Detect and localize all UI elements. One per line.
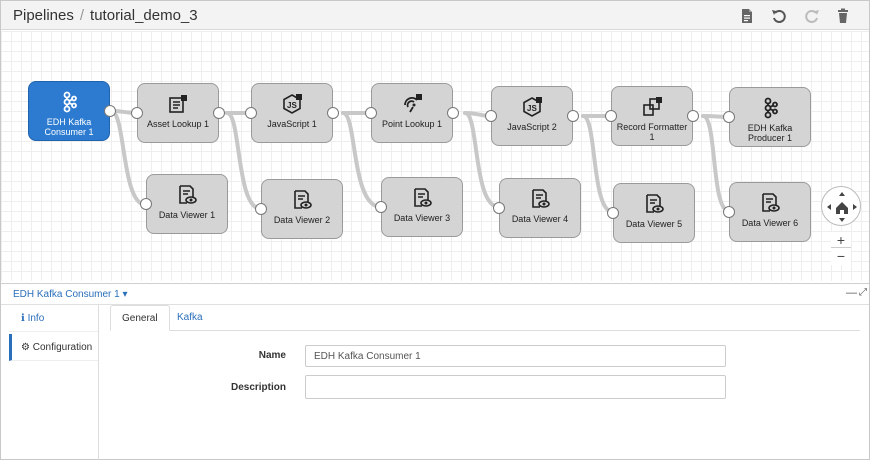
input-port[interactable] [131, 107, 143, 119]
node-point-lookup-1[interactable]: Point Lookup 1 [365, 83, 459, 143]
node-label: EDH Kafka Consumer 1 [44, 117, 94, 137]
javascript-icon: JS [523, 97, 542, 117]
input-port[interactable] [723, 111, 735, 123]
stage-selector-label: EDH Kafka Consumer 1 [13, 289, 120, 300]
input-port[interactable] [365, 107, 377, 119]
data-viewer-icon [532, 189, 550, 208]
node-data-viewer-3[interactable]: Data Viewer 3 [375, 177, 463, 237]
input-port[interactable] [607, 207, 619, 219]
breadcrumb-pipelines[interactable]: Pipelines [13, 7, 74, 24]
data-viewer-icon [294, 190, 312, 209]
point-lookup-icon [404, 94, 422, 113]
node-label: Data Viewer 1 [158, 210, 216, 220]
node-asset-lookup-1[interactable]: Asset Lookup 1 [131, 83, 225, 143]
data-viewer-icon [762, 193, 780, 212]
input-port[interactable] [493, 202, 505, 214]
node-data-viewer-6[interactable]: Data Viewer 6 [723, 182, 811, 242]
redo-icon[interactable] [803, 7, 821, 25]
description-label: Description [230, 382, 286, 393]
node-data-viewer-4[interactable]: Data Viewer 4 [493, 178, 581, 238]
node-label: Data Viewer 3 [393, 213, 451, 223]
asset-lookup-icon [169, 95, 187, 113]
data-viewer-icon [646, 194, 664, 213]
input-port[interactable] [140, 198, 152, 210]
input-port[interactable] [375, 201, 387, 213]
output-port[interactable] [567, 110, 579, 122]
tab-general[interactable]: General [110, 305, 170, 331]
pipeline-links [109, 109, 731, 214]
data-viewer-icon [179, 185, 197, 204]
detail-panel-header: EDH Kafka Consumer 1 ▾ — ⤢ [1, 283, 869, 305]
data-viewer-icon [414, 188, 432, 207]
output-port[interactable] [104, 105, 116, 117]
undo-icon[interactable] [770, 7, 788, 25]
pipeline-name: tutorial_demo_3 [90, 7, 198, 24]
description-field[interactable] [305, 375, 726, 399]
pan-arrows-icon [827, 192, 857, 222]
node-edh-kafka-consumer-1[interactable]: EDH Kafka Consumer 1 [28, 81, 116, 141]
node-javascript-2[interactable]: JS JavaScript 2 [485, 86, 579, 146]
gear-icon: ⚙ [21, 342, 30, 353]
pipeline-canvas[interactable]: EDH Kafka Consumer 1 Asset Lookup 1 JS J… [1, 31, 869, 281]
header-bar: Pipelines / tutorial_demo_3 [1, 1, 869, 30]
kafka-icon [63, 91, 77, 113]
kafka-icon [764, 97, 778, 119]
node-label: JavaScript 2 [507, 122, 557, 132]
node-label: Data Viewer 4 [511, 214, 569, 224]
node-label: EDH Kafka Producer 1 [747, 123, 793, 143]
name-field[interactable] [305, 345, 726, 367]
input-port[interactable] [255, 203, 267, 215]
link-js2-viewer5 [581, 114, 615, 214]
record-formatter-icon [643, 97, 662, 116]
output-port[interactable] [447, 107, 459, 119]
input-port[interactable] [245, 107, 257, 119]
node-label: Record Formatter 1 [616, 122, 688, 142]
node-data-viewer-1[interactable]: Data Viewer 1 [140, 174, 228, 234]
info-icon: ℹ [21, 313, 25, 324]
caret-down-icon: ▾ [122, 289, 128, 300]
node-label: Point Lookup 1 [381, 119, 443, 129]
node-label: Data Viewer 2 [273, 215, 331, 225]
svg-text:JS: JS [527, 104, 537, 113]
sidebar-item-label: Info [27, 313, 45, 324]
node-data-viewer-5[interactable]: Data Viewer 5 [607, 183, 695, 243]
detail-sidebar: ℹ Info ⚙ Configuration [9, 305, 99, 460]
node-label: Asset Lookup 1 [146, 119, 210, 129]
zoom-out-button[interactable]: − [831, 247, 851, 265]
input-port[interactable] [723, 206, 735, 218]
sidebar-item-info[interactable]: ℹ Info [9, 305, 98, 332]
output-port[interactable] [213, 107, 225, 119]
input-port[interactable] [485, 110, 497, 122]
output-port[interactable] [687, 110, 699, 122]
maximize-icon[interactable]: ⤢ [859, 287, 867, 298]
stage-selector[interactable]: EDH Kafka Consumer 1 ▾ [13, 289, 128, 300]
breadcrumb-separator: / [79, 7, 85, 24]
node-data-viewer-2[interactable]: Data Viewer 2 [255, 179, 343, 239]
name-label: Name [258, 350, 286, 361]
node-javascript-1[interactable]: JS JavaScript 1 [245, 83, 339, 143]
node-edh-kafka-producer-1[interactable]: EDH Kafka Producer 1 [723, 87, 811, 147]
trash-icon[interactable] [834, 7, 852, 25]
node-label: JavaScript 1 [267, 119, 317, 129]
link-formatter-viewer6 [701, 114, 731, 213]
svg-text:JS: JS [287, 101, 297, 110]
output-port[interactable] [327, 107, 339, 119]
sidebar-item-label: Configuration [32, 342, 93, 353]
sidebar-item-configuration[interactable]: ⚙ Configuration [9, 334, 98, 361]
node-label: Data Viewer 5 [625, 219, 683, 229]
tab-kafka[interactable]: Kafka [166, 305, 214, 331]
config-tabs: General Kafka [110, 305, 860, 331]
node-label: Data Viewer 6 [741, 218, 799, 228]
minimize-icon[interactable]: — [846, 287, 857, 299]
document-icon[interactable] [738, 7, 756, 25]
breadcrumb: Pipelines / tutorial_demo_3 [13, 7, 198, 24]
pan-control[interactable] [821, 186, 861, 226]
node-record-formatter-1[interactable]: Record Formatter 1 [605, 86, 699, 146]
javascript-icon: JS [283, 94, 302, 114]
input-port[interactable] [605, 110, 617, 122]
